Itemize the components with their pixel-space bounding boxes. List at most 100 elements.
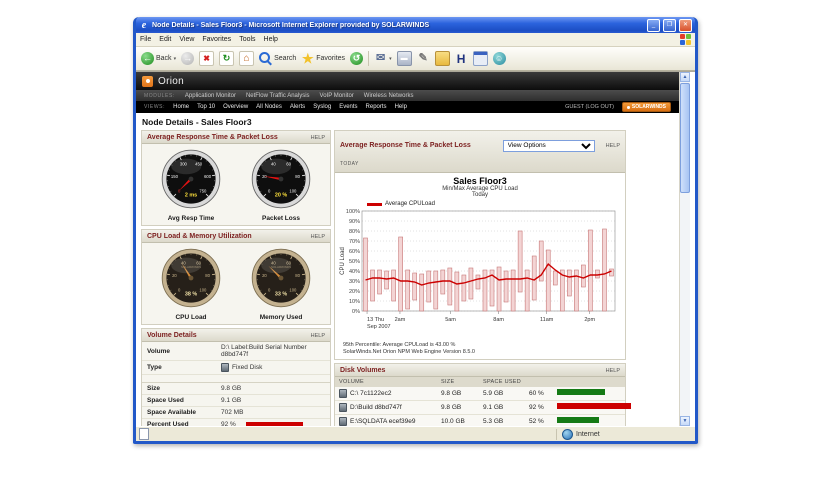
- svg-text:150: 150: [171, 174, 179, 179]
- scroll-thumb[interactable]: [680, 83, 690, 193]
- detail-text: 702 MB: [221, 409, 243, 416]
- cpu-load-gauge-box: 020406080100SOLARWINDS38 %CPU Load: [161, 248, 221, 321]
- module-link-wireless-networks[interactable]: Wireless Networks: [364, 93, 414, 99]
- views-bar: VIEWS: HomeTop 10OverviewAll NodesAlerts…: [136, 101, 679, 113]
- print-icon: [397, 51, 412, 66]
- scroll-up-button[interactable]: ▲: [680, 72, 690, 82]
- browser-window: e Node Details - Sales Floor3 - Microsof…: [133, 17, 698, 444]
- volume-name: C:\ 7c1122ec2: [350, 390, 391, 397]
- mail-button[interactable]: ▾: [374, 52, 392, 65]
- help-link[interactable]: HELP: [311, 135, 325, 141]
- size-cell: 9.8 GB: [441, 390, 483, 397]
- search-button[interactable]: Search: [259, 52, 296, 65]
- menu-view[interactable]: View: [179, 36, 194, 43]
- svg-text:80: 80: [205, 273, 210, 278]
- title-bar[interactable]: e Node Details - Sales Floor3 - Microsof…: [136, 17, 695, 33]
- bar-cell: [557, 389, 621, 397]
- favorites-button[interactable]: Favorites: [301, 52, 345, 65]
- svg-text:40%: 40%: [349, 269, 360, 275]
- svg-text:100: 100: [289, 188, 297, 193]
- page-title: Node Details - Sales Floor3: [136, 113, 679, 130]
- panel-title: CPU Load & Memory Utilization: [147, 233, 305, 240]
- view-link-overview[interactable]: Overview: [223, 104, 248, 110]
- folder-button[interactable]: [435, 51, 450, 66]
- security-zone: Internet: [556, 429, 692, 440]
- home-button[interactable]: [239, 51, 254, 66]
- svg-text:CPU Load: CPU Load: [340, 247, 346, 275]
- scroll-down-button[interactable]: ▼: [680, 416, 690, 426]
- help-link[interactable]: HELP: [606, 368, 620, 374]
- print-button[interactable]: [397, 51, 412, 66]
- view-link-home[interactable]: Home: [173, 104, 189, 110]
- dropdown-caret-icon: ▾: [389, 56, 392, 62]
- menu-help[interactable]: Help: [264, 36, 278, 43]
- zone-label: Internet: [576, 431, 600, 438]
- disk-icon: [339, 389, 347, 398]
- menu-bar: File Edit View Favorites Tools Help: [136, 33, 695, 47]
- cpu-load-gauge: 020406080100SOLARWINDS38 %: [161, 248, 221, 308]
- disk-icon: [339, 403, 347, 412]
- svg-text:2pm: 2pm: [584, 317, 595, 323]
- panel-title: Disk Volumes: [340, 367, 600, 374]
- messenger-button[interactable]: [493, 52, 506, 65]
- svg-text:20 %: 20 %: [275, 192, 287, 198]
- edit-button[interactable]: [417, 52, 430, 65]
- ie-icon: e: [139, 20, 149, 31]
- svg-text:80%: 80%: [349, 229, 360, 235]
- view-link-help[interactable]: Help: [395, 104, 407, 110]
- view-link-top-10[interactable]: Top 10: [197, 104, 215, 110]
- solarwinds-badge[interactable]: SOLARWINDS: [622, 102, 671, 112]
- toolbar-separator: [368, 51, 369, 66]
- menu-tools[interactable]: Tools: [239, 36, 255, 43]
- percent-cell: 92 %: [529, 404, 557, 411]
- svg-text:20: 20: [262, 273, 267, 278]
- view-options-select[interactable]: View Options: [503, 140, 595, 152]
- detail-label: Size: [147, 385, 221, 392]
- orion-header: Orion: [136, 72, 679, 90]
- packet-loss-gauge-box: 02040608010020 %Packet Loss: [251, 149, 311, 222]
- cpu-memory-panel: CPU Load & Memory Utilization HELP 02040…: [141, 229, 331, 325]
- close-button[interactable]: ✕: [679, 19, 692, 32]
- view-link-syslog[interactable]: Syslog: [313, 104, 331, 110]
- usage-bar: [557, 417, 599, 423]
- toolbar-label: Back: [156, 55, 172, 62]
- detail-value: 702 MB: [221, 409, 243, 416]
- column-header-space-used: SPACE USED: [483, 379, 529, 385]
- bar-cell: [557, 403, 631, 411]
- svg-text:60%: 60%: [349, 249, 360, 255]
- forward-button[interactable]: [181, 52, 194, 65]
- view-link-alerts[interactable]: Alerts: [290, 104, 305, 110]
- panel-title: Average Response Time & Packet Loss: [147, 134, 305, 141]
- window-title: Node Details - Sales Floor3 - Microsoft …: [152, 22, 644, 29]
- module-link-application-monitor[interactable]: Application Monitor: [185, 93, 236, 99]
- refresh-button[interactable]: [219, 51, 234, 66]
- chart-footnote-engine: SolarWinds.Net Orion NPM Web Engine Vers…: [343, 348, 623, 356]
- back-button[interactable]: Back▾: [141, 52, 176, 65]
- menu-edit[interactable]: Edit: [159, 36, 171, 43]
- history-button[interactable]: [350, 52, 363, 65]
- minimize-button[interactable]: _: [647, 19, 660, 32]
- h-logo-button[interactable]: [455, 52, 468, 65]
- help-link[interactable]: HELP: [311, 333, 325, 339]
- guest-logout-link[interactable]: GUEST (LOG OUT): [565, 104, 614, 110]
- help-link[interactable]: HELP: [606, 143, 620, 149]
- stop-button[interactable]: [199, 51, 214, 66]
- window-button[interactable]: [473, 51, 488, 66]
- help-link[interactable]: HELP: [311, 234, 325, 240]
- detail-value: 9.8 GB: [221, 385, 241, 392]
- view-link-all-nodes[interactable]: All Nodes: [256, 104, 282, 110]
- internet-globe-icon: [562, 429, 573, 440]
- detail-label: Type: [147, 364, 221, 371]
- vertical-scrollbar[interactable]: ▲ ▼: [679, 72, 690, 426]
- menu-file[interactable]: File: [140, 36, 151, 43]
- restore-button[interactable]: ❐: [663, 19, 676, 32]
- view-link-events[interactable]: Events: [339, 104, 357, 110]
- view-link-reports[interactable]: Reports: [366, 104, 387, 110]
- menu-favorites[interactable]: Favorites: [202, 36, 231, 43]
- orion-brand: Orion: [158, 76, 184, 87]
- module-link-netflow-traffic-analysis[interactable]: NetFlow Traffic Analysis: [246, 93, 310, 99]
- svg-text:100%: 100%: [346, 209, 360, 215]
- edit-icon: [417, 52, 430, 65]
- module-link-voip-monitor[interactable]: VoIP Monitor: [320, 93, 354, 99]
- detail-label: Space Used: [147, 397, 221, 404]
